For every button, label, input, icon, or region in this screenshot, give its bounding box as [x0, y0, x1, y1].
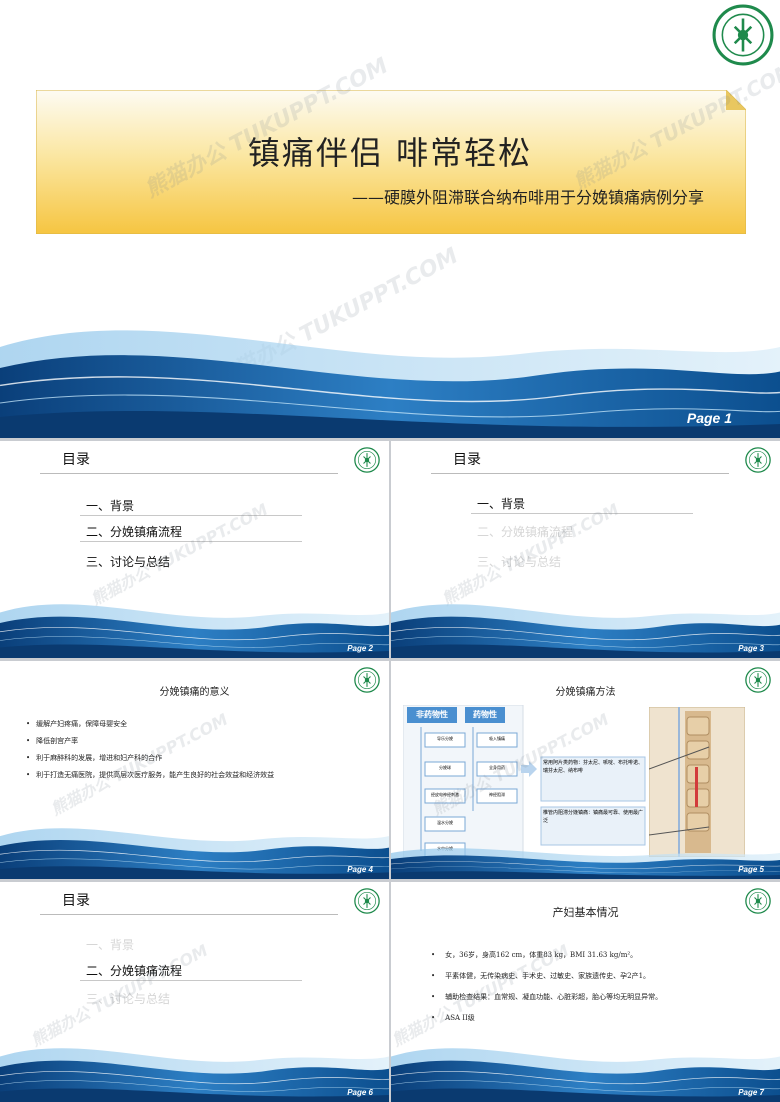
- toc-item-background: 一、背景: [86, 499, 135, 513]
- page-number: Page 4: [347, 865, 373, 874]
- heading-divider: [40, 473, 338, 474]
- slide-cover[interactable]: 镇痛伴侣 啡常轻松 ——硬膜外阻滞联合纳布啡用于分娩镇痛病例分享 熊猫办公 TU…: [0, 0, 780, 438]
- wave-decoration: [391, 603, 780, 658]
- drug-label: 药物性: [465, 707, 505, 723]
- page-number: Page 2: [347, 644, 373, 653]
- slide-sheet: 镇痛伴侣 啡常轻松 ——硬膜外阻滞联合纳布啡用于分娩镇痛病例分享 熊猫办公 TU…: [0, 0, 780, 1102]
- slide-methods[interactable]: 分娩镇痛方法 非药物性 药物性 导乐分娩 分娩球 经皮电神经刺激 温水分娩 吸入…: [391, 661, 780, 879]
- hospital-logo-icon: [354, 667, 380, 693]
- wave-decoration: [0, 1047, 389, 1102]
- non-drug-item: 温水分娩: [437, 820, 453, 825]
- page-number: Page 7: [738, 1088, 764, 1097]
- toc-item-background: 一、背景: [477, 497, 526, 511]
- hospital-logo-icon: [712, 4, 774, 66]
- page-number: Page 5: [738, 865, 764, 874]
- hospital-logo-icon: [354, 447, 380, 473]
- hospital-logo-icon: [745, 888, 771, 914]
- wave-decoration: [0, 603, 389, 658]
- toc-item-process: 二、分娩镇痛流程: [86, 525, 183, 539]
- non-drug-item: 分娩球: [439, 765, 451, 770]
- hospital-logo-icon: [745, 667, 771, 693]
- non-drug-item: 导乐分娩: [437, 736, 453, 741]
- slide-toc-3[interactable]: 目录 一、背景 二、分娩镇痛流程 三、讨论与总结 熊猫办公 TUKUPPT.CO…: [0, 882, 389, 1102]
- slide-toc-1[interactable]: 目录 一、背景 二、分娩镇痛流程 三、讨论与总结 熊猫办公 TUKUPPT.CO…: [0, 441, 389, 658]
- hospital-logo-icon: [745, 447, 771, 473]
- slide-title: 分娩镇痛方法: [555, 687, 616, 698]
- page-number: Page 1: [686, 410, 732, 426]
- drug-item: 吸入镇痛: [489, 736, 505, 741]
- bullet-item: 利于打造无痛医院，提供高层次医疗服务，能产生良好的社会效益和经济效益: [26, 770, 274, 780]
- toc-heading: 目录: [62, 452, 90, 468]
- heading-divider: [40, 914, 338, 915]
- heading-divider: [431, 473, 729, 474]
- toc-heading: 目录: [453, 452, 481, 468]
- toc-divider: [80, 980, 302, 981]
- hospital-logo-icon: [354, 888, 380, 914]
- slide-toc-2[interactable]: 目录 一、背景 二、分娩镇痛流程 三、讨论与总结 熊猫办公 TUKUPPT.CO…: [391, 441, 780, 658]
- toc-heading: 目录: [62, 893, 90, 909]
- wave-decoration: [391, 1047, 780, 1102]
- toc-item-background: 一、背景: [86, 938, 135, 952]
- spine-anatomy-image: [649, 707, 745, 857]
- note-opioids: 常用阿片类药物：芬太尼、哌啶、布托啡诺、瑞芬太尼、纳布啡: [543, 760, 644, 774]
- non-drug-label: 非药物性: [407, 707, 457, 723]
- slide-title: 产妇基本情况: [552, 906, 619, 919]
- wave-decoration: [391, 847, 780, 879]
- cover-subtitle: ——硬膜外阻滞联合纳布啡用于分娩镇痛病例分享: [351, 188, 704, 207]
- bullet-item: 缓解产妇疼痛，保障母婴安全: [26, 719, 127, 729]
- bullet-item: 降低剖宫产率: [26, 736, 78, 746]
- wave-decoration: [0, 329, 780, 438]
- wave-decoration: [0, 827, 389, 879]
- page-number: Page 3: [738, 644, 764, 653]
- slide-title: 分娩镇痛的意义: [159, 687, 230, 698]
- page-number: Page 6: [347, 1088, 373, 1097]
- slide-patient[interactable]: 产妇基本情况 女，36岁，身高162 cm，体重83 kg，BMI 31.63 …: [391, 882, 780, 1102]
- note-neuraxial: 椎管内阻滞分娩镇痛：镇痛最可靠、使用最广泛: [543, 810, 644, 824]
- slide-significance[interactable]: 分娩镇痛的意义 缓解产妇疼痛，保障母婴安全 降低剖宫产率 利于麻醉科的发展，增进…: [0, 661, 389, 879]
